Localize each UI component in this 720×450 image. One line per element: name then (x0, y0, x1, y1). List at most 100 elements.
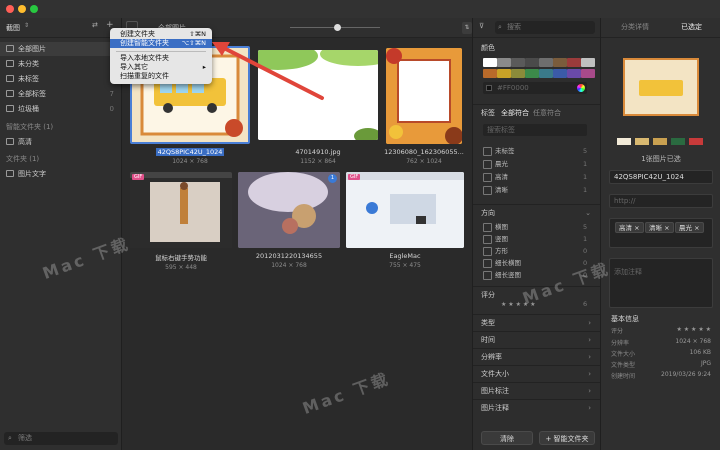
sidebar-item-all[interactable]: 全部图片 (0, 42, 122, 56)
filter-section-time[interactable]: 时间 › (473, 331, 601, 347)
color-hex-input[interactable]: #FF0000 (483, 82, 587, 94)
filter-section-annotation[interactable]: 图片标注 › (473, 382, 601, 398)
sidebar-item-untagged[interactable]: 未标签 (0, 72, 122, 86)
zoom-window-button[interactable] (30, 5, 38, 13)
tag-checkbox[interactable]: 高清 1 (483, 172, 587, 182)
color-swatch[interactable] (483, 69, 497, 78)
color-swatch[interactable] (497, 69, 511, 78)
chevron-right-icon: › (588, 387, 591, 395)
tab-info[interactable]: 分类详情 (621, 22, 649, 32)
checkbox-label: 横图 (495, 223, 508, 231)
menu-item-scan-duplicates[interactable]: 扫描重复的文件 (110, 72, 212, 81)
info-resolution: 分辨率 1024 × 768 (611, 338, 711, 347)
sidebar-item-uncategorized[interactable]: 未分类 (0, 57, 122, 71)
color-swatch[interactable] (511, 69, 525, 78)
filter-section-filesize[interactable]: 文件大小 › (473, 365, 601, 381)
sidebar-item-folder-text[interactable]: 图片文字 (0, 167, 122, 181)
tag-match-all[interactable]: 全部符合 (501, 109, 529, 117)
minimize-window-button[interactable] (18, 5, 26, 13)
color-swatch[interactable] (497, 58, 511, 67)
color-section[interactable]: 颜色 (473, 40, 601, 56)
orientation-checkbox[interactable]: 竖图 1 (483, 234, 587, 244)
orientation-checkbox[interactable]: 横图 5 (483, 222, 587, 232)
orientation-checkbox[interactable]: 细长竖图 0 (483, 270, 587, 280)
palette-color[interactable] (653, 138, 667, 145)
color-swatch[interactable] (511, 58, 525, 67)
tag-chip[interactable]: 高清 × (615, 222, 644, 233)
orientation-checkbox[interactable]: 细长横图 0 (483, 258, 587, 268)
sidebar-item-all-tags[interactable]: 全部标签 7 (0, 87, 122, 101)
tag-search-input[interactable]: 搜索标签 (483, 124, 587, 136)
palette-color[interactable] (671, 138, 685, 145)
sidebar-filter-input[interactable]: ⌕ 筛选 (4, 432, 118, 445)
tag-chip[interactable]: 晨光 × (675, 222, 704, 233)
color-swatch[interactable] (581, 58, 595, 67)
color-swatch[interactable] (581, 69, 595, 78)
search-input[interactable]: ⌕ 搜索 (495, 21, 595, 34)
menu-item-import-local[interactable]: 导入本地文件夹 (110, 54, 212, 63)
color-swatch[interactable] (525, 58, 539, 67)
note-field[interactable]: 添加注释 (609, 258, 713, 308)
image-card[interactable]: GIF (130, 172, 232, 248)
chevron-right-icon: › (588, 319, 591, 327)
info-rating[interactable]: 评分 ★ ★ ★ ★ ★ (611, 326, 711, 335)
orientation-checkbox[interactable]: 方形 0 (483, 246, 587, 256)
sidebar-item-trash[interactable]: 垃圾桶 0 (0, 102, 122, 116)
image-name[interactable]: 47014910.jpg (295, 148, 340, 156)
chevron-updown-icon[interactable]: ⇕ (24, 22, 29, 29)
search-icon: ⌕ (8, 434, 12, 442)
sidebar-item-smart-hd[interactable]: 高清 (0, 135, 122, 149)
name-field[interactable]: 42QS8PIC42U_1024 (609, 170, 713, 184)
smart-folder-section[interactable]: 智能文件夹 (1) (6, 122, 53, 132)
filter-section-note[interactable]: 图片注释 › (473, 399, 601, 415)
image-card[interactable]: GIF (346, 172, 464, 248)
tag-section[interactable]: 标签 全部符合 任意符合 (473, 104, 601, 120)
menu-item-import-other[interactable]: 导入其它 ▸ (110, 63, 212, 72)
color-swatch[interactable] (553, 69, 567, 78)
image-card[interactable]: 1 (238, 172, 340, 248)
image-card[interactable] (386, 48, 462, 144)
info-created: 创建时间 2019/03/26 9:24 (611, 371, 711, 380)
menu-item-create-smart-folder[interactable]: 创建智能文件夹 ⌥⇧⌘N (110, 39, 212, 48)
count-badge: 1 (328, 174, 337, 183)
menu-item-create-folder[interactable]: 创建文件夹 ⇧⌘N (110, 30, 212, 39)
tag-chip[interactable]: 清晰 × (645, 222, 674, 233)
smart-folder-button[interactable]: + 智能文件夹 (539, 431, 595, 445)
orientation-section[interactable]: 方向 ⌄ (473, 204, 601, 220)
color-swatch[interactable] (567, 58, 581, 67)
annotation-arrow (212, 42, 324, 100)
color-picker-icon[interactable] (577, 84, 585, 92)
tag-match-any[interactable]: 任意符合 (533, 109, 561, 117)
library-switcher[interactable]: 截图 (6, 23, 20, 33)
color-swatch[interactable] (483, 58, 497, 67)
image-name[interactable]: 2012031220134655 (256, 252, 322, 260)
tag-checkbox[interactable]: 清晰 1 (483, 185, 587, 195)
color-swatch[interactable] (567, 69, 581, 78)
color-swatch[interactable] (539, 69, 553, 78)
sync-icon[interactable]: ⇄ (92, 21, 98, 29)
color-well (486, 85, 492, 91)
palette-color[interactable] (617, 138, 631, 145)
tag-checkbox[interactable]: 晨光 1 (483, 159, 587, 169)
close-window-button[interactable] (6, 5, 14, 13)
url-field[interactable]: http:// (609, 194, 713, 208)
color-swatch[interactable] (539, 58, 553, 67)
image-name[interactable]: 12306080_162306055... (384, 148, 464, 156)
palette-color[interactable] (635, 138, 649, 145)
color-swatch[interactable] (525, 69, 539, 78)
filter-icon[interactable]: ⊽ (479, 22, 484, 30)
tag-checkbox[interactable]: 未标签 5 (483, 146, 587, 156)
image-name[interactable]: 鼠标右键手势功能 (155, 254, 207, 262)
folder-section[interactable]: 文件夹 (1) (6, 154, 39, 164)
filter-section-type[interactable]: 类型 › (473, 314, 601, 330)
clear-button[interactable]: 清除 (481, 431, 533, 445)
image-name[interactable]: EagleMac (389, 252, 420, 260)
filter-section-resolution[interactable]: 分辨率 › (473, 348, 601, 364)
color-swatch[interactable] (553, 58, 567, 67)
info-value: 1024 × 768 (675, 338, 711, 345)
image-name[interactable]: 42QS8PIC42U_1024 (155, 148, 225, 156)
tab-selected[interactable]: 已选定 (681, 22, 702, 32)
palette-color[interactable] (689, 138, 703, 145)
sort-icon[interactable]: ⇅ (462, 22, 472, 34)
zoom-slider-knob[interactable] (334, 24, 341, 31)
